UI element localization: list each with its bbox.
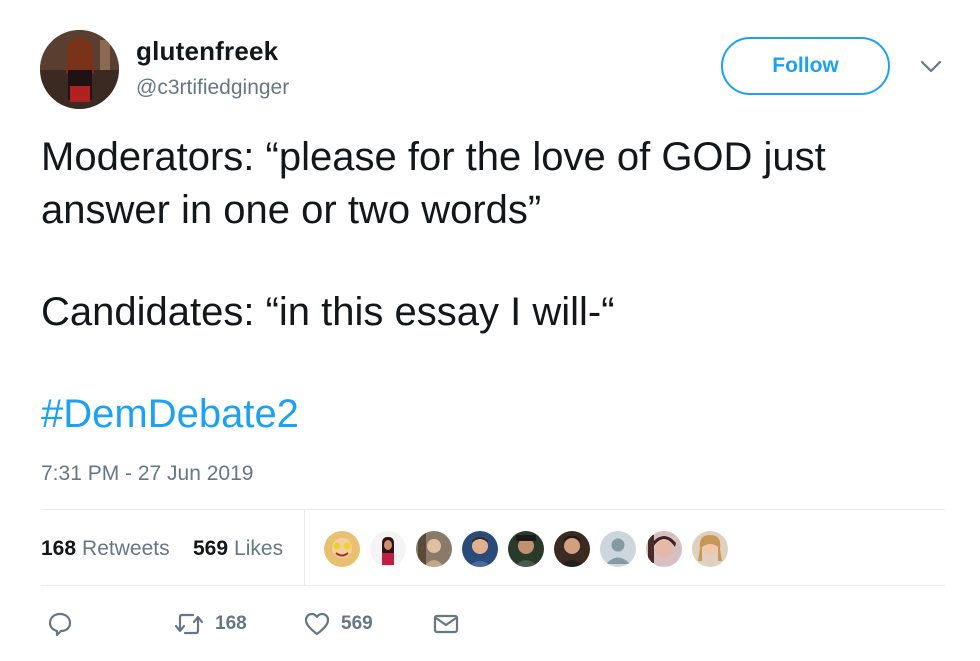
liker-avatar[interactable] (460, 529, 500, 569)
tweet-timestamp[interactable]: 7:31 PM - 27 Jun 2019 (41, 462, 253, 486)
likes-stat[interactable]: 569 Likes (193, 537, 283, 561)
liker-avatar[interactable] (322, 529, 362, 569)
like-button[interactable]: 569 (303, 610, 373, 638)
liker-avatar[interactable] (644, 529, 684, 569)
direct-message-button[interactable] (432, 610, 460, 638)
tweet-text-line: answer in one or two words” (41, 188, 542, 232)
user-handle[interactable]: @c3rtifiedginger (136, 76, 289, 100)
liker-avatar[interactable] (690, 529, 730, 569)
liker-avatar[interactable] (414, 529, 454, 569)
hashtag-link[interactable]: #DemDebate2 (41, 392, 299, 437)
reply-icon (48, 612, 72, 637)
heart-icon (304, 612, 330, 636)
likes-label: Likes (234, 537, 284, 560)
retweets-stat[interactable]: 168 Retweets (41, 537, 170, 561)
retweet-action-count: 168 (215, 613, 247, 634)
liker-avatar[interactable] (552, 529, 592, 569)
avatar[interactable] (40, 30, 119, 109)
liker-avatar[interactable] (598, 529, 638, 569)
display-name[interactable]: glutenfreek (136, 36, 278, 67)
mail-icon (433, 614, 459, 634)
reply-button[interactable] (46, 610, 74, 638)
tweet-text-line: Candidates: “in this essay I will-“ (41, 290, 615, 334)
stats-divider (304, 510, 305, 585)
liker-avatar[interactable] (368, 529, 408, 569)
chevron-down-icon[interactable] (920, 59, 942, 75)
retweet-icon (174, 613, 204, 635)
divider (41, 509, 945, 510)
retweets-count: 168 (41, 537, 77, 560)
divider (41, 585, 945, 586)
retweets-label: Retweets (82, 537, 170, 560)
retweet-button[interactable]: 168 (173, 610, 247, 638)
likes-count: 569 (193, 537, 229, 560)
tweet-card: glutenfreek @c3rtifiedginger Follow Mode… (0, 0, 980, 661)
follow-button[interactable]: Follow (721, 37, 890, 95)
like-action-count: 569 (341, 613, 373, 634)
tweet-text-line: Moderators: “please for the love of GOD … (41, 135, 826, 179)
liker-avatar[interactable] (506, 529, 546, 569)
